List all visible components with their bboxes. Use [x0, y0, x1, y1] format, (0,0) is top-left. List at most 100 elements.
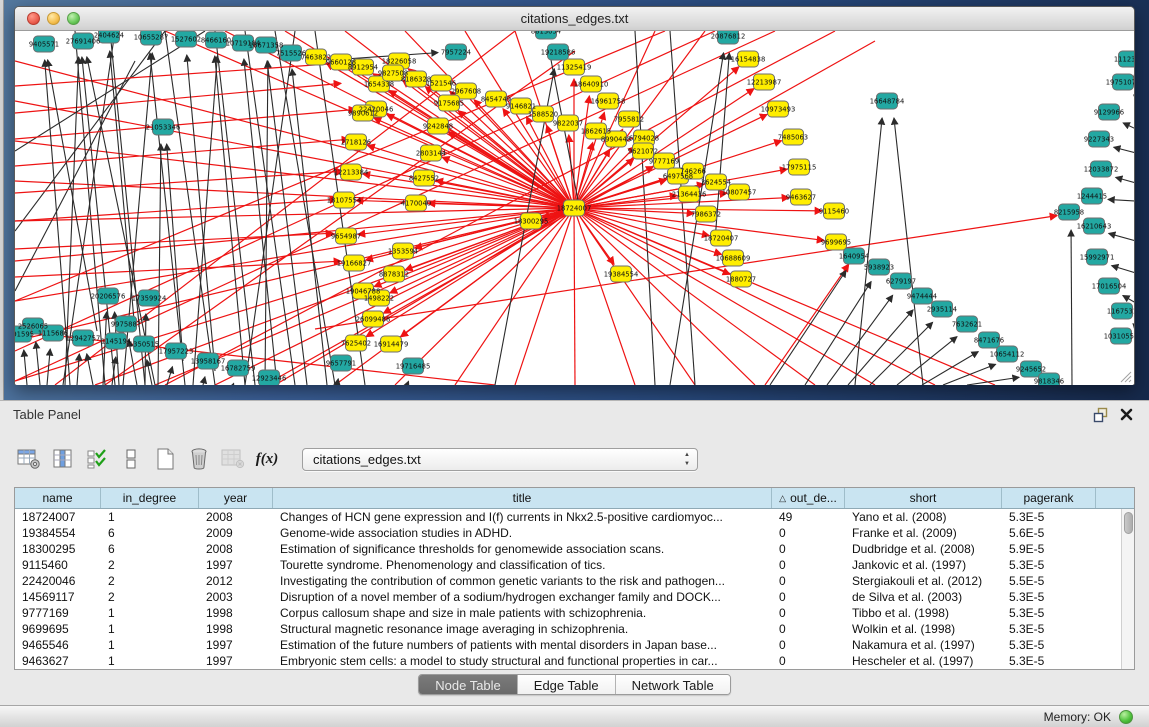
background-panel-edge	[0, 0, 4, 400]
graph-node-label: 2404624	[94, 31, 124, 39]
graph-node-label: 8912954	[348, 63, 378, 71]
cell-in_degree: 1	[101, 605, 199, 621]
graph-node-label: 7957224	[441, 48, 471, 56]
graph-node-label: 8990448	[601, 135, 631, 143]
show-columns-icon[interactable]	[48, 445, 78, 473]
graph-node-label: 11325419	[557, 63, 592, 71]
cell-in_degree: 2	[101, 557, 199, 573]
cell-in_degree: 1	[101, 621, 199, 637]
graph-node-label: 9405571	[29, 40, 59, 48]
selection-mode-icon[interactable]	[116, 445, 146, 473]
cell-short: Nakamura et al. (1997)	[845, 637, 1002, 653]
table-type-tabs: Node TableEdge TableNetwork Table	[0, 674, 1149, 695]
table-toolbar: f(x) citations_edges.txt ▲▼	[14, 441, 698, 477]
cell-pagerank: 5.3E-5	[1002, 621, 1096, 637]
graph-node-label: 7625402	[341, 339, 371, 347]
graph-node-label: 2803144	[416, 149, 446, 157]
graph-node-label: 26099488	[356, 315, 391, 323]
column-header-title[interactable]: title	[273, 488, 772, 508]
cell-title: Estimation of the future numbers of pati…	[273, 637, 772, 653]
cell-name: 9115460	[15, 557, 101, 573]
table-row[interactable]: 946362711997Embryonic stem cells: a mode…	[15, 653, 1134, 669]
graph-node-label: 9129966	[1094, 108, 1124, 116]
network-view-window[interactable]: citations_edges.txt 74638229660128891295…	[14, 6, 1135, 385]
citation-network-graph[interactable]: 7463822966012889129541654338224200469890…	[15, 31, 1134, 385]
delete-table-icon[interactable]	[218, 445, 248, 473]
cell-short: Franke et al. (2009)	[845, 525, 1002, 541]
graph-node-label: 1527602	[171, 35, 201, 43]
table-row[interactable]: 1872400712008Changes of HCN gene express…	[15, 509, 1134, 525]
function-builder-icon[interactable]: f(x)	[252, 445, 282, 473]
tab-node-table[interactable]: Node Table	[419, 675, 518, 694]
column-header-short[interactable]: short	[845, 488, 1002, 508]
float-window-icon[interactable]	[1093, 407, 1109, 423]
network-canvas[interactable]: 7463822966012889129541654338224200469890…	[15, 31, 1134, 385]
graph-node-label: 18720407	[704, 234, 739, 242]
graph-node-label: 7515526	[276, 49, 306, 57]
table-row[interactable]: 2242004622012Investigating the contribut…	[15, 573, 1134, 589]
cell-pagerank: 5.6E-5	[1002, 525, 1096, 541]
graph-node-label: 18724007	[557, 204, 592, 212]
graph-node-label: 10973493	[761, 105, 796, 113]
window-resize-grip-icon[interactable]	[1120, 371, 1132, 383]
table-row[interactable]: 1830029562008Estimation of significance …	[15, 541, 1134, 557]
cell-in_degree: 1	[101, 637, 199, 653]
cell-in_degree: 6	[101, 525, 199, 541]
graph-node-label: 19384554	[604, 270, 639, 278]
graph-node-label: 7955812	[614, 115, 644, 123]
tab-edge-table[interactable]: Edge Table	[518, 675, 616, 694]
table-row[interactable]: 1456911722003Disruption of a novel membe…	[15, 589, 1134, 605]
cell-out_degree: 0	[772, 621, 845, 637]
column-header-label: out_de...	[790, 491, 837, 505]
cell-out_degree: 0	[772, 525, 845, 541]
cell-in_degree: 2	[101, 589, 199, 605]
cell-year: 2003	[199, 589, 273, 605]
cell-out_degree: 0	[772, 557, 845, 573]
cell-short: Wolkin et al. (1998)	[845, 621, 1002, 637]
graph-node-label: 1880727	[726, 275, 756, 283]
delete-column-icon[interactable]	[184, 445, 214, 473]
column-header-in_degree[interactable]: in_degree	[101, 488, 199, 508]
table-row[interactable]: 969969511998Structural magnetic resonanc…	[15, 621, 1134, 637]
table-selector-dropdown[interactable]: citations_edges.txt ▲▼	[302, 448, 698, 471]
window-title: citations_edges.txt	[15, 11, 1134, 26]
graph-node-label: 1145194	[101, 337, 131, 345]
window-titlebar[interactable]: citations_edges.txt	[15, 7, 1134, 31]
table-row[interactable]: 1938455462009Genome-wide association stu…	[15, 525, 1134, 541]
graph-node-label: 9818346	[1034, 377, 1064, 385]
column-header-pagerank[interactable]: pagerank	[1002, 488, 1096, 508]
table-row[interactable]: 977716911998Corpus callosum shape and si…	[15, 605, 1134, 621]
cell-pagerank: 5.5E-5	[1002, 573, 1096, 589]
cell-short: Yano et al. (2008)	[845, 509, 1002, 525]
cell-title: Corpus callosum shape and size in male p…	[273, 605, 772, 621]
column-header-out_degree[interactable]: △out_de...	[772, 488, 845, 508]
graph-node-label: 18300295	[514, 217, 549, 225]
graph-node-label: 9654987	[331, 232, 361, 240]
vertical-scrollbar[interactable]	[1121, 509, 1134, 669]
graph-node-label: 9699695	[821, 238, 851, 246]
graph-node-label: 10310553	[1104, 332, 1134, 340]
graph-node-label: 3624554	[701, 178, 731, 186]
cell-title: Tourette syndrome. Phenomenology and cla…	[273, 557, 772, 573]
graph-node-label: 1350515	[129, 340, 159, 348]
graph-node-label: 9463627	[786, 193, 816, 201]
table-row[interactable]: 946554611997Estimation of the future num…	[15, 637, 1134, 653]
close-panel-icon[interactable]	[1119, 407, 1134, 422]
graph-node-label: 10655287	[134, 33, 169, 41]
graph-node-label: 21364436	[672, 190, 707, 198]
graph-node-label: 1112304	[1114, 55, 1134, 63]
select-all-icon[interactable]	[82, 445, 112, 473]
table-settings-icon[interactable]	[14, 445, 44, 473]
column-header-label: title	[513, 491, 532, 505]
cell-year: 2009	[199, 525, 273, 541]
tab-network-table[interactable]: Network Table	[616, 675, 730, 694]
column-header-name[interactable]: name	[15, 488, 101, 508]
table-row[interactable]: 911546021997Tourette syndrome. Phenomeno…	[15, 557, 1134, 573]
new-column-icon[interactable]	[150, 445, 180, 473]
graph-node-label: 9657791	[326, 359, 356, 367]
column-header-year[interactable]: year	[199, 488, 273, 508]
cell-short: Dudbridge et al. (2008)	[845, 541, 1002, 557]
scrollbar-thumb[interactable]	[1124, 512, 1133, 534]
graph-node-label: 16914479	[374, 340, 409, 348]
cell-name: 9777169	[15, 605, 101, 621]
